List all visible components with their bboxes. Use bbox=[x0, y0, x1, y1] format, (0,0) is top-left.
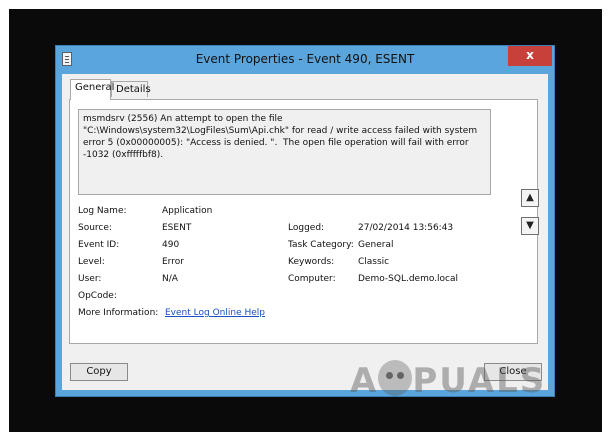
arrow-up-icon: ▲ bbox=[526, 192, 534, 203]
tab-details[interactable]: Details bbox=[111, 81, 151, 97]
event-id-label: Event ID: bbox=[78, 240, 120, 250]
logged-value: 27/02/2014 13:56:43 bbox=[358, 223, 454, 233]
log-name-label: Log Name: bbox=[78, 206, 127, 216]
watermark-text: PUALS bbox=[412, 361, 547, 401]
event-log-online-help-link[interactable]: Event Log Online Help bbox=[165, 308, 265, 319]
watermark-letter-a: A bbox=[350, 361, 379, 401]
user-value: N/A bbox=[162, 274, 178, 284]
dialog-client: General Details msmdsrv (2556) An attemp… bbox=[62, 74, 548, 390]
tab-general[interactable]: General bbox=[70, 79, 114, 100]
source-value: ESENT bbox=[162, 223, 192, 233]
mascot-face-icon bbox=[378, 360, 413, 396]
user-label: User: bbox=[78, 274, 102, 284]
appuals-watermark: A PUALS bbox=[350, 360, 546, 406]
keywords-value: Classic bbox=[358, 257, 390, 267]
task-category-value: General bbox=[358, 240, 394, 250]
computer-label: Computer: bbox=[288, 274, 336, 284]
opcode-label: OpCode: bbox=[78, 291, 117, 301]
event-message-box[interactable]: msmdsrv (2556) An attempt to open the fi… bbox=[78, 109, 491, 195]
window-close-button[interactable]: x bbox=[508, 46, 552, 66]
next-event-button[interactable]: ▼ bbox=[521, 217, 539, 235]
general-tab-panel: msmdsrv (2556) An attempt to open the fi… bbox=[69, 99, 538, 344]
event-properties-window: Event Properties - Event 490, ESENT x Ge… bbox=[55, 45, 555, 397]
source-label: Source: bbox=[78, 223, 112, 233]
task-category-label: Task Category: bbox=[288, 240, 354, 250]
level-label: Level: bbox=[78, 257, 105, 267]
keywords-label: Keywords: bbox=[288, 257, 335, 267]
window-title: Event Properties - Event 490, ESENT bbox=[195, 52, 415, 66]
previous-event-button[interactable]: ▲ bbox=[521, 189, 539, 207]
computer-value: Demo-SQL.demo.local bbox=[358, 274, 459, 284]
level-value: Error bbox=[162, 257, 184, 267]
copy-button[interactable]: Copy bbox=[70, 363, 128, 381]
arrow-down-icon: ▼ bbox=[526, 220, 534, 231]
logged-label: Logged: bbox=[288, 223, 325, 233]
log-name-value: Application bbox=[162, 206, 213, 216]
more-information-label: More Information: bbox=[78, 308, 159, 318]
event-id-value: 490 bbox=[162, 240, 180, 250]
title-bar[interactable]: Event Properties - Event 490, ESENT x bbox=[56, 46, 554, 74]
